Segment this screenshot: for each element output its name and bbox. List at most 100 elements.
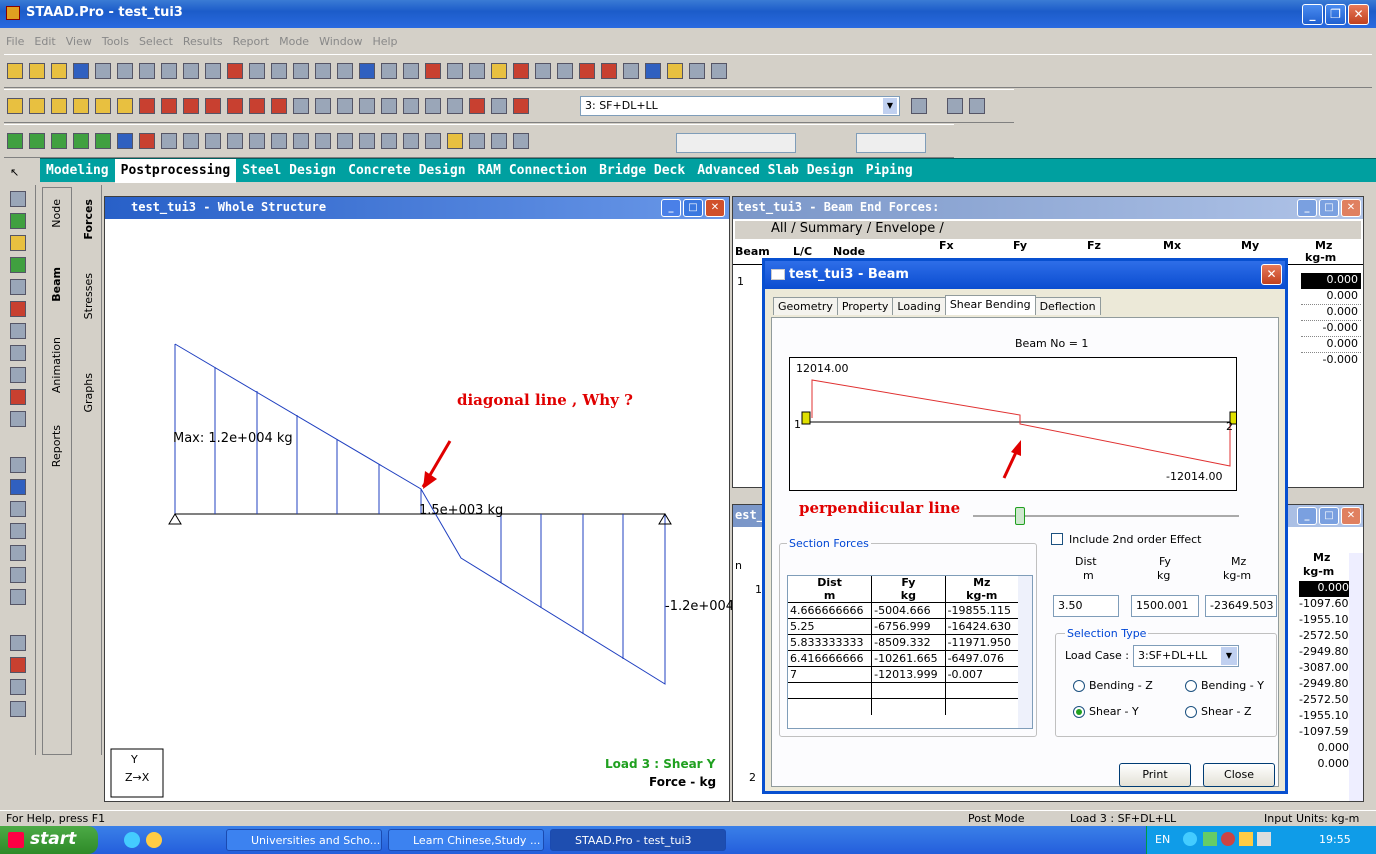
grid-tool-icon[interactable] bbox=[10, 457, 26, 473]
mz-cell[interactable]: 0.000 bbox=[1301, 273, 1361, 289]
menu-window[interactable]: Window bbox=[319, 35, 362, 48]
bowl-icon[interactable] bbox=[601, 63, 617, 79]
line-icon[interactable] bbox=[293, 133, 309, 149]
spin-left-icon[interactable] bbox=[227, 98, 243, 114]
rotate-y-icon[interactable] bbox=[29, 98, 45, 114]
radio-selected-icon[interactable] bbox=[1073, 706, 1085, 718]
cut-icon[interactable] bbox=[117, 63, 133, 79]
table-row[interactable] bbox=[788, 682, 1018, 699]
security-icon[interactable] bbox=[1221, 832, 1235, 846]
close-icon[interactable]: ✕ bbox=[1341, 199, 1361, 217]
beam-cursor-icon[interactable] bbox=[10, 235, 26, 251]
menu-tools[interactable]: Tools bbox=[102, 35, 129, 48]
tab-steel-design[interactable]: Steel Design bbox=[236, 159, 342, 183]
load-case-combo[interactable]: 3: SF+DL+LL ▼ bbox=[580, 96, 900, 116]
tab-reports[interactable]: Reports bbox=[50, 425, 63, 467]
mz-value[interactable]: -1955.100 bbox=[1299, 613, 1355, 629]
tab-loading[interactable]: Loading bbox=[892, 297, 946, 315]
mz-value[interactable]: 0.000 bbox=[1299, 757, 1350, 773]
table-row[interactable]: 4.666666666 -5004.666 -19855.115 bbox=[788, 602, 1018, 619]
close-button[interactable]: ✕ bbox=[1348, 4, 1369, 25]
mz-value[interactable]: -2949.800 bbox=[1299, 645, 1355, 661]
pan-icon[interactable] bbox=[271, 98, 287, 114]
menu-mode[interactable]: Mode bbox=[279, 35, 309, 48]
chevron-down-icon[interactable]: ▼ bbox=[883, 98, 897, 114]
tab-shear-bending[interactable]: Shear Bending bbox=[944, 295, 1036, 315]
member-icon[interactable] bbox=[10, 323, 26, 339]
table-row[interactable]: 7 -12013.999 -0.007 bbox=[788, 666, 1018, 683]
minimize-icon[interactable]: _ bbox=[661, 199, 681, 217]
minimize-icon[interactable]: _ bbox=[1297, 199, 1317, 217]
select-geometry-icon[interactable] bbox=[95, 133, 111, 149]
truss-icon[interactable] bbox=[623, 63, 639, 79]
view-side-icon[interactable] bbox=[95, 98, 111, 114]
close-icon[interactable]: ✕ bbox=[705, 199, 725, 217]
add-plate-icon[interactable] bbox=[227, 133, 243, 149]
calc-icon[interactable] bbox=[947, 98, 963, 114]
zoom-all-icon[interactable] bbox=[381, 98, 397, 114]
mz-cell[interactable]: 0.000 bbox=[1301, 337, 1361, 353]
node-cursor-icon[interactable] bbox=[10, 213, 26, 229]
view-top-icon[interactable] bbox=[117, 98, 133, 114]
mz-value[interactable]: 0.000 bbox=[1299, 581, 1349, 597]
zoom-window-icon[interactable] bbox=[359, 98, 375, 114]
zoom-out-icon[interactable] bbox=[337, 98, 353, 114]
note-icon[interactable] bbox=[10, 589, 26, 605]
label-icon[interactable] bbox=[469, 98, 485, 114]
hatch-icon[interactable] bbox=[10, 523, 26, 539]
table-row[interactable]: 5.833333333 -8509.332 -11971.950 bbox=[788, 634, 1018, 651]
radio-bending-z[interactable]: Bending - Z bbox=[1073, 679, 1153, 692]
open-file-icon[interactable] bbox=[29, 63, 45, 79]
tab-property[interactable]: Property bbox=[836, 297, 894, 315]
desktop-icon[interactable] bbox=[146, 832, 162, 848]
maximize-icon[interactable]: □ bbox=[683, 199, 703, 217]
pointer-icon[interactable] bbox=[10, 191, 26, 207]
redo-icon[interactable] bbox=[205, 63, 221, 79]
menu-help[interactable]: Help bbox=[372, 35, 397, 48]
lang-indicator[interactable]: EN bbox=[1155, 833, 1170, 846]
radio-icon[interactable] bbox=[1185, 706, 1197, 718]
scale-icon[interactable] bbox=[513, 133, 529, 149]
mz-value[interactable]: -2572.500 bbox=[1299, 629, 1355, 645]
my-icon[interactable] bbox=[403, 133, 419, 149]
tab-stresses[interactable]: Stresses bbox=[82, 273, 95, 319]
select-cursor-icon[interactable]: ↖ bbox=[10, 166, 19, 179]
tab-forces[interactable]: Forces bbox=[82, 199, 95, 240]
select-node-icon[interactable] bbox=[29, 133, 45, 149]
window-icon[interactable] bbox=[689, 63, 705, 79]
rotate-x-icon[interactable] bbox=[7, 98, 23, 114]
close-dialog-button[interactable]: Close bbox=[1203, 763, 1275, 787]
tab-deflection[interactable]: Deflection bbox=[1034, 297, 1101, 315]
value-combo[interactable] bbox=[856, 133, 926, 153]
mz-cell[interactable]: -0.000 bbox=[1301, 321, 1361, 337]
plate-icon[interactable] bbox=[667, 63, 683, 79]
misc-icon[interactable] bbox=[969, 98, 985, 114]
node-icon[interactable] bbox=[425, 63, 441, 79]
task-learn-chinese[interactable]: Learn Chinese,Study ... bbox=[388, 829, 544, 851]
rotate-z-icon[interactable] bbox=[51, 98, 67, 114]
mz-value[interactable]: 0.000 bbox=[1299, 741, 1350, 757]
paste-icon[interactable] bbox=[139, 63, 155, 79]
select-beam-icon[interactable] bbox=[7, 133, 23, 149]
tab-beam[interactable]: Beam bbox=[50, 267, 63, 302]
mz-value[interactable]: -2572.500 bbox=[1299, 693, 1355, 709]
snap-icon[interactable] bbox=[557, 63, 573, 79]
grid-icon[interactable] bbox=[535, 63, 551, 79]
menu-file[interactable]: File bbox=[6, 35, 24, 48]
results-icon[interactable] bbox=[10, 657, 26, 673]
zoom-prev-icon[interactable] bbox=[425, 98, 441, 114]
table-row[interactable] bbox=[788, 698, 1018, 715]
network-icon[interactable] bbox=[1203, 832, 1217, 846]
tab-ram-connection[interactable]: RAM Connection bbox=[472, 159, 594, 183]
print-preview-icon[interactable] bbox=[271, 63, 287, 79]
spin-right-icon[interactable] bbox=[249, 98, 265, 114]
magnify-icon[interactable] bbox=[447, 98, 463, 114]
tab-animation[interactable]: Animation bbox=[50, 337, 63, 393]
save-icon[interactable] bbox=[73, 63, 89, 79]
rotate-up-icon[interactable] bbox=[139, 98, 155, 114]
geom-icon[interactable] bbox=[10, 411, 26, 427]
beam-icon[interactable] bbox=[447, 63, 463, 79]
maximize-icon[interactable]: □ bbox=[1319, 507, 1339, 525]
tray-arrow-icon[interactable] bbox=[1183, 832, 1197, 846]
reaction-icon[interactable] bbox=[491, 133, 507, 149]
